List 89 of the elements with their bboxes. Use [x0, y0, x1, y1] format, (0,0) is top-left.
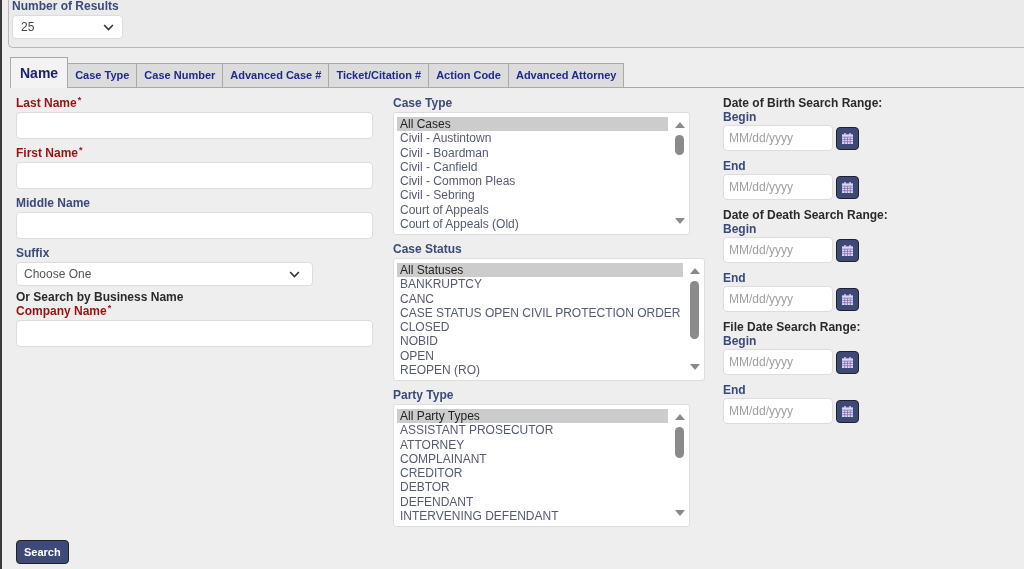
field-label: Begin [723, 110, 758, 124]
section-heading: Or Search by Business Name [16, 290, 185, 304]
calendar-button[interactable] [836, 126, 859, 150]
text-input[interactable] [16, 212, 373, 239]
text-input[interactable] [16, 162, 373, 189]
list-option[interactable]: NOBID [397, 334, 684, 349]
date-input[interactable]: MM/dd/yyyy [723, 398, 833, 424]
field-label: Case Type [393, 96, 454, 110]
tab[interactable]: Action Code [428, 63, 509, 88]
calendar-icon [842, 356, 853, 368]
down-arrow-icon[interactable] [690, 364, 700, 370]
tab[interactable]: Advanced Case # [222, 63, 330, 88]
text-input[interactable] [16, 112, 373, 139]
list-option[interactable]: CANC [397, 291, 684, 306]
field-label: Company Name$^{*}$ [16, 304, 113, 318]
calendar-button[interactable] [836, 287, 859, 311]
search-button[interactable]: Search [16, 540, 69, 564]
tab[interactable]: Name [10, 57, 69, 88]
list-option[interactable]: Civil - Canfield [397, 159, 668, 174]
scrollbar-thumb[interactable] [675, 427, 684, 458]
list-option[interactable]: CREDITOR [397, 466, 668, 481]
dropdown[interactable]: Choose One [16, 262, 313, 286]
list-option[interactable]: All Party Types [397, 409, 668, 424]
field-label: Middle Name [16, 196, 91, 210]
field-label: End [723, 383, 747, 397]
tab[interactable]: Advanced Attorney [507, 63, 625, 88]
field-label: Begin [723, 222, 758, 236]
section-heading: File Date Search Range: [723, 320, 862, 334]
list-option[interactable]: COMPLAINANT [397, 451, 668, 466]
tab[interactable]: Case Number [136, 63, 224, 88]
date-input[interactable]: MM/dd/yyyy [723, 349, 833, 375]
tab[interactable]: Case Type [67, 63, 138, 88]
calendar-icon [842, 405, 853, 417]
calendar-button[interactable] [836, 350, 859, 374]
up-arrow-icon[interactable] [690, 268, 700, 274]
list-option[interactable]: Civil - Common Pleas [397, 174, 668, 189]
list-option[interactable]: All Statuses [397, 263, 684, 278]
field-label: Case Status [393, 242, 463, 256]
calendar-button[interactable] [836, 175, 859, 199]
calendar-icon [842, 293, 853, 305]
scrollbar-thumb[interactable] [675, 135, 684, 155]
tab[interactable]: Ticket/Citation # [328, 63, 430, 88]
date-input[interactable]: MM/dd/yyyy [723, 174, 833, 200]
list-option[interactable]: CLOSED [397, 320, 684, 335]
list-option[interactable]: Court of Appeals (Old) [397, 216, 668, 231]
calendar-icon [842, 132, 853, 144]
text-input[interactable] [16, 320, 373, 347]
list-option[interactable]: CASE STATUS OPEN CIVIL PROTECTION ORDER [397, 305, 684, 320]
down-arrow-icon[interactable] [674, 218, 685, 224]
calendar-button[interactable] [836, 238, 859, 262]
up-arrow-icon[interactable] [674, 414, 685, 420]
section-heading: Date of Birth Search Range: [723, 96, 884, 110]
field-label: First Name$^{*}$ [16, 146, 84, 160]
date-input[interactable]: MM/dd/yyyy [723, 237, 833, 263]
section-heading: Date of Death Search Range: [723, 208, 888, 222]
field-label: Last Name$^{*}$ [16, 96, 83, 110]
calendar-icon [842, 181, 853, 193]
field-label: Party Type [393, 388, 455, 402]
list-box[interactable]: All Party Types ASSISTANT PROSECUTOR ATTORNEY COMPLAINANT CREDITOR DEBTOR DEFENDANT INTERVENING DEFENDANT [393, 404, 690, 527]
list-option[interactable]: Civil - Boardman [397, 145, 668, 160]
list-option[interactable]: Civil - Sebring [397, 188, 668, 203]
date-input[interactable]: MM/dd/yyyy [723, 125, 833, 151]
list-option[interactable]: All Cases [397, 117, 668, 132]
chevron-down-icon [103, 23, 114, 31]
calendar-button[interactable] [836, 399, 859, 423]
field-label: Number of Results [12, 0, 120, 13]
list-option[interactable]: DEBTOR [397, 480, 668, 495]
calendar-icon [842, 244, 853, 256]
list-option[interactable]: REOPEN (RO) [397, 362, 684, 377]
field-label: End [723, 271, 747, 285]
list-option[interactable]: ASSISTANT PROSECUTOR [397, 423, 668, 438]
up-arrow-icon[interactable] [674, 122, 685, 128]
list-option[interactable]: Court of Appeals [397, 202, 668, 217]
list-option[interactable]: OPEN [397, 348, 684, 363]
scrollbar-thumb[interactable] [690, 281, 700, 339]
list-option[interactable]: DEFENDANT [397, 494, 668, 509]
down-arrow-icon[interactable] [674, 510, 685, 516]
list-option[interactable]: BANKRUPTCY [397, 277, 684, 292]
field-label: Begin [723, 334, 758, 348]
field-label: Suffix [16, 246, 51, 260]
list-option[interactable]: INTERVENING DEFENDANT [397, 508, 668, 523]
list-box[interactable]: All Cases Civil - Austintown Civil - Boardman Civil - Canfield Civil - Common Pleas Civil - Sebring Court of Appeals Court of Appeals (Old) [393, 112, 690, 235]
dropdown[interactable]: 25 [12, 15, 123, 39]
date-input[interactable]: MM/dd/yyyy [723, 286, 833, 312]
field-label: End [723, 159, 747, 173]
chevron-down-icon [289, 270, 300, 278]
list-box[interactable]: All Statuses BANKRUPTCY CANC CASE STATUS OPEN CIVIL PROTECTION ORDER CLOSED NOBID OPEN REOPEN (RO) [393, 258, 706, 381]
list-option[interactable]: ATTORNEY [397, 437, 668, 452]
list-option[interactable]: Civil - Austintown [397, 131, 668, 146]
